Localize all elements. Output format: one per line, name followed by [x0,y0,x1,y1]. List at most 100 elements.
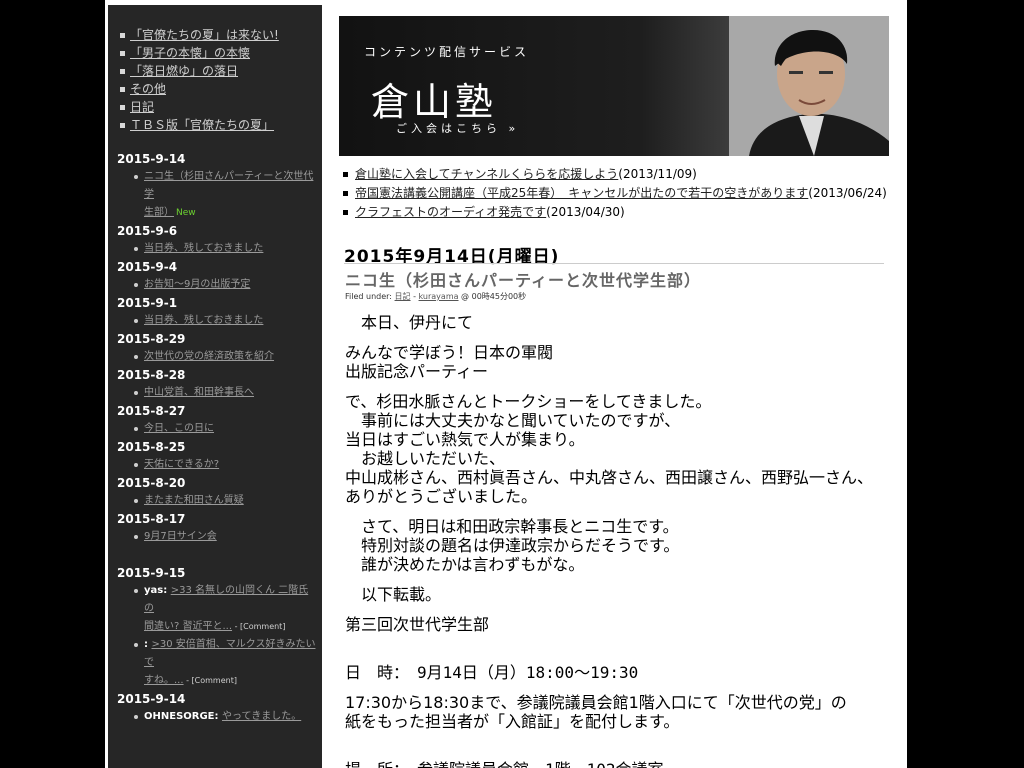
recent-post-link[interactable]: 中山党首、和田幹事長へ [144,387,254,398]
news-date: (2013/11/09) [618,167,697,181]
recent-post-item[interactable]: またまた和田さん質疑 [117,492,317,510]
recent-post-item[interactable]: お告知～9月の出版予定 [117,276,317,294]
recent-post-item[interactable]: 天佑にできるか? [117,456,317,474]
post-paragraph: 第三回次世代学生部 [345,615,490,634]
recent-comment-date: 2015-9-14 [117,692,186,706]
entry-paragraph: 17:30から18:30まで、参議院議員会館1階入口にて「次世代の党」の 紙をもっ… [345,693,847,731]
category-menu-item[interactable]: 日記 [120,97,279,115]
recent-comment-date: 2015-9-15 [117,566,186,580]
bullet-icon [134,427,138,431]
recent-post-date: 2015-9-6 [117,224,178,238]
recent-post-link[interactable]: 次世代の党の経済政策を紹介 [144,351,274,362]
bullet-icon [120,51,125,56]
recent-post-link[interactable]: 今日、この日に [144,423,214,434]
category-menu-item[interactable]: その他 [120,79,279,97]
recent-list: 2015-9-14 ニコ生（杉田さんパーティーと次世代学 生部） New 2015-9-… [117,150,317,726]
new-badge: New [176,208,196,218]
bullet-icon [343,191,348,196]
recent-post-item[interactable]: 次世代の党の経済政策を紹介 [117,348,317,366]
recent-post-link[interactable]: またまた和田さん質疑 [144,495,244,506]
recent-post-item[interactable]: 9月7日サイン会 [117,528,317,546]
comment-tag[interactable]: - [Comment] [232,622,286,631]
schedule-line: 日 時： 9月14日（月）18:00～19:30 [345,663,639,682]
recent-post-link[interactable]: ニコ生（杉田さんパーティーと次世代学 生部） [144,171,313,218]
bullet-icon [134,643,138,647]
meta-time: @ 00時45分00秒 [458,292,527,301]
category-link[interactable]: 「男子の本懐」の本懐 [130,46,250,60]
recent-post-date: 2015-8-28 [117,368,186,382]
news-link[interactable]: 帝国憲法講義公開講座（平成25年春） キャンセルが出たので若干の空きがあります [355,186,808,200]
category-link[interactable]: 日記 [130,100,154,114]
bullet-icon [343,172,348,177]
post-paragraph: 以下転載。 [345,585,442,604]
news-item: クラフェストのオーディオ発売です(2013/04/30) [343,203,898,222]
bullet-icon [134,391,138,395]
recent-post-date: 2015-9-14 [117,152,186,166]
bullet-icon [134,499,138,503]
recent-post-link[interactable]: 天佑にできるか? [144,459,219,470]
bullet-icon [120,87,125,92]
bullet-icon [134,589,138,593]
recent-comment-item[interactable]: : >30 安倍首相、マルクス好きみたいで すね。... - [Comment] [117,636,317,690]
divider [344,263,884,264]
recent-post-item[interactable]: 当日券、残しておきました [117,312,317,330]
news-item: 帝国憲法講義公開講座（平成25年春） キャンセルが出たので若干の空きがあります(… [343,184,898,203]
post-title[interactable]: ニコ生（杉田さんパーティーと次世代学生部） [345,267,701,291]
meta-sep: - [410,292,419,301]
bullet-icon [134,463,138,467]
recent-post-item[interactable]: 今日、この日に [117,420,317,438]
recent-post-item[interactable]: 当日券、残しておきました [117,240,317,258]
post-paragraph: さて、明日は和田政宗幹事長とニコ生です。 特別対談の題名は伊達政宗からだそうです… [345,517,680,574]
bullet-icon [134,247,138,251]
portrait-photo-icon [729,16,889,156]
category-menu-item[interactable]: 「官僚たちの夏」は来ない! [120,25,279,43]
bullet-icon [120,105,125,110]
bullet-icon [134,175,138,179]
news-link[interactable]: 倉山塾に入会してチャンネルくららを応援しよう [355,167,618,181]
recent-post-link[interactable]: 当日券、残しておきました [144,243,263,254]
bullet-icon [134,283,138,287]
comment-link[interactable]: やってきました。 [222,711,301,722]
recent-post-date: 2015-8-20 [117,476,186,490]
category-menu-item[interactable]: 「落日燃ゆ」の落日 [120,61,279,79]
recent-comment-item[interactable]: OHNESORGE: やってきました。 [117,708,317,726]
news-item: 倉山塾に入会してチャンネルくららを応援しよう(2013/11/09) [343,165,898,184]
recent-comment-item[interactable]: yas: >33 名無しの山岡くん 二階氏の 間違い? 習近平と... - [Co… [117,582,317,636]
category-link[interactable]: ＴＢＳ版「官僚たちの夏」 [130,118,274,132]
bullet-icon [120,123,125,128]
category-menu-item[interactable]: 「男子の本懐」の本懐 [120,43,279,61]
author-link[interactable]: kurayama [419,292,459,301]
bullet-icon [120,33,125,38]
sidebar: 「官僚たちの夏」は来ない! 「男子の本懐」の本懐 「落日燃ゆ」の落日 その他日記 ＴＢＳ… [108,5,322,768]
recent-post-link[interactable]: 当日券、残しておきました [144,315,263,326]
category-menu-item[interactable]: ＴＢＳ版「官僚たちの夏」 [120,115,279,133]
banner-join-link[interactable]: ご入会はこちら » [396,120,519,136]
banner-service-label: コンテンツ配信サービス [364,45,530,59]
category-link[interactable]: 「官僚たちの夏」は来ない! [130,28,279,42]
bullet-icon [134,715,138,719]
recent-post-item[interactable]: ニコ生（杉田さんパーティーと次世代学 生部） New [117,168,317,222]
bullet-icon [343,210,348,215]
recent-post-date: 2015-8-29 [117,332,186,346]
kurayama-juku-banner[interactable]: コンテンツ配信サービス 倉山塾 ご入会はこちら » [339,16,889,156]
main-content: コンテンツ配信サービス 倉山塾 ご入会はこちら » 倉山塾に入会してチャンネルく… [326,5,904,768]
comment-tag[interactable]: - [Comment] [184,676,237,685]
recent-post-link[interactable]: お告知～9月の出版予定 [144,279,250,290]
meta-filed-under: Filed under: [345,292,395,301]
bullet-icon [134,535,138,539]
recent-post-link[interactable]: 9月7日サイン会 [144,531,217,542]
news-date: (2013/04/30) [546,205,625,219]
category-link[interactable]: 「落日燃ゆ」の落日 [130,64,238,78]
category-link[interactable]: 日記 [395,292,411,301]
post-body: 本日、伊丹にて みんなで学ぼう！日本の軍閥 出版記念パーティー で、杉田水脈さんとトー… [345,313,893,768]
category-link[interactable]: その他 [130,82,166,96]
recent-post-date: 2015-9-1 [117,296,178,310]
recent-post-date: 2015-8-25 [117,440,186,454]
news-link[interactable]: クラフェストのオーディオ発売です [355,205,546,219]
news-list: 倉山塾に入会してチャンネルくららを応援しよう(2013/11/09) 帝国憲法講義… [343,165,898,222]
category-menu: 「官僚たちの夏」は来ない! 「男子の本懐」の本懐 「落日燃ゆ」の落日 その他日記 ＴＢＳ… [120,25,279,133]
recent-post-item[interactable]: 中山党首、和田幹事長へ [117,384,317,402]
banner-title: 倉山塾 [371,80,498,124]
